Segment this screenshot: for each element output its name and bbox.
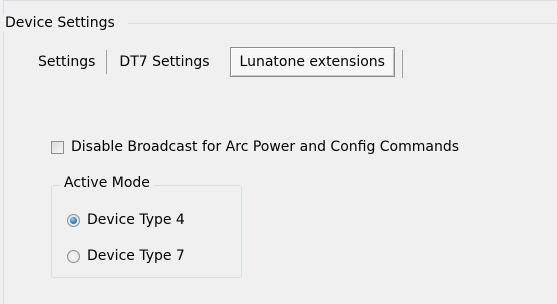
disable-broadcast-checkbox[interactable] <box>51 140 64 154</box>
device-type-7-option[interactable]: Device Type 7 <box>67 248 185 264</box>
group-title-rule <box>128 23 557 24</box>
active-mode-group: Active Mode Device Type 4 Device Type 7 <box>51 175 242 278</box>
active-mode-title: Active Mode <box>60 175 154 191</box>
tab-settings[interactable]: Settings <box>26 46 108 78</box>
device-type-7-label[interactable]: Device Type 7 <box>87 248 185 264</box>
tab-strip: Settings DT7 Settings Lunatone extension… <box>26 44 395 80</box>
device-type-7-radio[interactable] <box>67 249 80 263</box>
group-title: Device Settings <box>0 15 121 31</box>
tab-dt7-settings[interactable]: DT7 Settings <box>107 46 221 78</box>
disable-broadcast-option[interactable]: Disable Broadcast for Arc Power and Conf… <box>51 139 459 155</box>
device-type-4-label[interactable]: Device Type 4 <box>87 212 185 228</box>
disable-broadcast-label[interactable]: Disable Broadcast for Arc Power and Conf… <box>71 139 459 155</box>
group-border-top <box>3 0 557 1</box>
group-border-left <box>3 0 4 304</box>
device-type-4-option[interactable]: Device Type 4 <box>67 212 185 228</box>
device-type-4-radio[interactable] <box>67 213 80 227</box>
tab-lunatone-extensions[interactable]: Lunatone extensions <box>229 47 395 77</box>
tab-strip-divider <box>402 50 403 78</box>
